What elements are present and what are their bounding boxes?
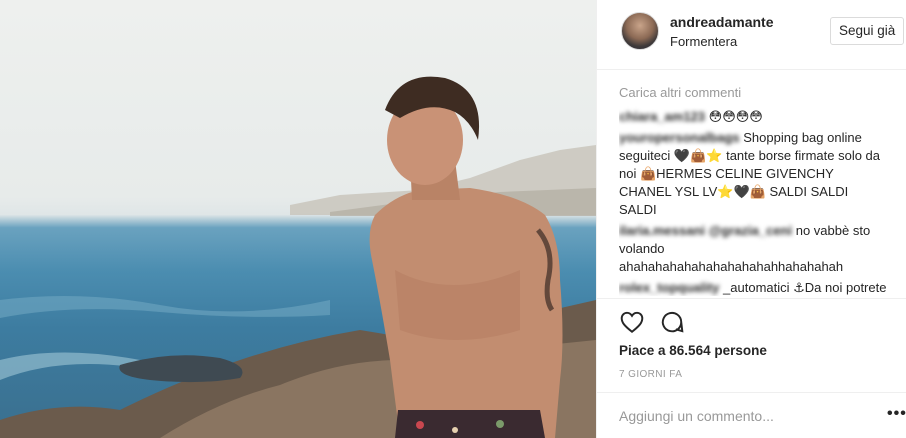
- likes-count[interactable]: Piace a 86.564 persone: [619, 343, 767, 358]
- comment-input[interactable]: [619, 405, 859, 427]
- more-options-button[interactable]: •••: [887, 405, 906, 423]
- beach-portrait-photo: [0, 76, 596, 438]
- heart-icon[interactable]: [619, 309, 647, 337]
- comment-username[interactable]: ilaria.messani @grazia_ceni: [619, 223, 792, 238]
- comment-username[interactable]: rolex_topquality: [619, 280, 719, 295]
- avatar[interactable]: [621, 12, 659, 50]
- comment-text: 😳😳😳😳: [708, 109, 763, 124]
- post-side-panel: andreadamante Formentera Segui già Caric…: [596, 0, 906, 438]
- load-more-comments-link[interactable]: Carica altri commenti: [619, 84, 889, 102]
- comment-item: rolex_topquality _automatici ⚓Da noi pot…: [619, 279, 889, 296]
- comment-icon[interactable]: [659, 309, 687, 337]
- comment-item: chiara_am123 😳😳😳😳: [619, 108, 889, 126]
- post-actions: Piace a 86.564 persone 7 GIORNI FA: [597, 298, 906, 398]
- post-date: 7 GIORNI FA: [619, 369, 683, 380]
- comment-username[interactable]: chiara_am123: [619, 109, 705, 124]
- comment-item: ilaria.messani @grazia_ceni no vabbè sto…: [619, 222, 889, 276]
- comment-item: youropersonalbags Shopping bag online se…: [619, 129, 889, 219]
- username-link[interactable]: andreadamante: [670, 14, 773, 30]
- follow-button[interactable]: Segui già: [830, 17, 905, 45]
- comment-username[interactable]: youropersonalbags: [619, 130, 740, 145]
- post-photo[interactable]: [0, 0, 596, 438]
- post-header: andreadamante Formentera Segui già: [597, 0, 906, 70]
- location-link[interactable]: Formentera: [670, 34, 737, 49]
- add-comment-bar: •••: [597, 392, 906, 438]
- comments-list[interactable]: Carica altri commenti chiara_am123 😳😳😳😳 …: [619, 84, 889, 296]
